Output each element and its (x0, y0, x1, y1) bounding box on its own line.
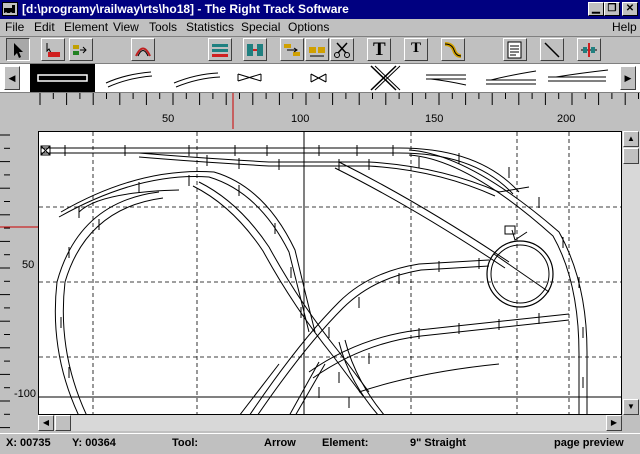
menu-element[interactable]: Element (64, 20, 108, 34)
move-track-button[interactable] (69, 38, 93, 61)
track-move-icon (73, 45, 87, 55)
menu-options[interactable]: Options (288, 20, 329, 34)
disconnect-button[interactable] (305, 38, 329, 61)
scissors-icon (334, 42, 350, 58)
flex-track-button[interactable] (441, 38, 465, 61)
status-x-coordinate: X: 00735 (6, 437, 51, 449)
line-icon (544, 42, 560, 58)
status-element-value: 9" Straight (410, 437, 466, 449)
vertical-scroll-thumb[interactable] (623, 148, 639, 164)
join-tracks-button[interactable] (243, 38, 267, 61)
connect-icon (284, 44, 300, 56)
connect-button[interactable] (280, 38, 304, 61)
minimize-button[interactable]: ▁ (588, 2, 604, 16)
track-group-icon (212, 44, 228, 57)
track-group-button[interactable] (208, 38, 232, 61)
select-track-button[interactable] (41, 38, 65, 61)
menu-view[interactable]: View (113, 20, 139, 34)
h-ruler-label-150: 150 (425, 113, 444, 125)
menu-tools[interactable]: Tools (149, 20, 177, 34)
v-ruler-label-50: 50 (22, 259, 35, 271)
vertical-scrollbar[interactable]: ▲ ▼ (622, 131, 640, 415)
text-edit-button[interactable]: T (404, 38, 428, 61)
window-title: [d:\programy\railway\rts\ho18] - The Rig… (22, 2, 349, 16)
restore-button[interactable]: ❐ (604, 2, 620, 16)
ruler-corner (0, 93, 38, 129)
properties-button[interactable] (503, 38, 527, 61)
track-select-icon (46, 43, 60, 57)
palette-turnout-left[interactable] (426, 74, 467, 86)
palette-turnout-long[interactable] (548, 69, 609, 82)
palette-scroll-left[interactable]: ◀ (4, 66, 20, 90)
h-ruler-label-100: 100 (291, 113, 310, 125)
curve-track-icon (135, 47, 151, 57)
status-y-coordinate: Y: 00364 (72, 437, 116, 449)
measure-tool-button[interactable] (577, 38, 601, 61)
close-button[interactable]: ✕ (622, 2, 638, 16)
toolbar: T T (0, 37, 640, 64)
turntable (486, 225, 554, 308)
horizontal-scrollbar[interactable]: ◀ ▶ (38, 415, 622, 431)
menu-edit[interactable]: Edit (34, 20, 55, 34)
v-ruler-label-minus100: -100 (14, 388, 37, 400)
scroll-down-button[interactable]: ▼ (623, 399, 639, 415)
menu-file[interactable]: File (5, 20, 24, 34)
status-element-label: Element: (322, 437, 369, 449)
palette-scroll-right[interactable]: ▶ (620, 66, 636, 90)
h-ruler-label-200: 200 (557, 113, 576, 125)
palette-curve-left[interactable] (105, 71, 153, 88)
canvas-grid (39, 132, 621, 414)
status-page-preview[interactable]: page preview (554, 437, 624, 449)
status-tool-value: Arrow (264, 437, 296, 449)
status-tool-label: Tool: (172, 437, 199, 449)
app-icon[interactable] (2, 2, 18, 16)
menu-help[interactable]: Help (612, 20, 637, 34)
text-tool-button[interactable]: T (367, 38, 391, 61)
palette-crossing-90[interactable] (370, 65, 401, 91)
track-plan (40, 145, 588, 414)
line-tool-button[interactable] (540, 38, 564, 61)
text-t-move-icon: T (411, 40, 422, 56)
palette-turnout-right[interactable] (486, 70, 537, 85)
palette-curve-right[interactable] (173, 72, 221, 88)
measure-icon (581, 43, 597, 57)
palette-crossing-short[interactable] (310, 73, 327, 83)
palette-crossing-small[interactable] (237, 73, 262, 82)
flex-track-icon (444, 42, 462, 58)
properties-sheet-icon (507, 41, 522, 59)
layout-canvas[interactable] (38, 131, 622, 415)
join-tracks-icon (247, 44, 263, 56)
h-ruler-label-50: 50 (162, 113, 175, 125)
horizontal-scroll-thumb[interactable] (55, 415, 71, 431)
vertical-ruler: 50 -100 (0, 129, 38, 431)
menu-special[interactable]: Special (241, 20, 280, 34)
arrow-cursor-icon (14, 43, 23, 58)
cut-button[interactable] (330, 38, 354, 61)
title-bar: [d:\programy\railway\rts\ho18] - The Rig… (0, 0, 640, 19)
curve-tool-button[interactable] (131, 38, 155, 61)
scroll-right-button[interactable]: ▶ (606, 415, 622, 431)
disconnect-icon (309, 47, 325, 57)
text-t-icon: T (373, 39, 386, 60)
palette-straight-selected[interactable] (30, 64, 95, 92)
scroll-left-button[interactable]: ◀ (38, 415, 54, 431)
arrow-tool-button[interactable] (6, 38, 30, 61)
menu-bar: File Edit Element View Tools Statistics … (0, 19, 640, 37)
scroll-up-button[interactable]: ▲ (623, 131, 639, 147)
status-bar: X: 00735 Y: 00364 Tool: Arrow Element: 9… (0, 433, 640, 454)
horizontal-ruler: 50 100 150 200 (38, 93, 640, 129)
menu-statistics[interactable]: Statistics (186, 20, 234, 34)
element-palette: ◀ ▶ (0, 64, 640, 93)
